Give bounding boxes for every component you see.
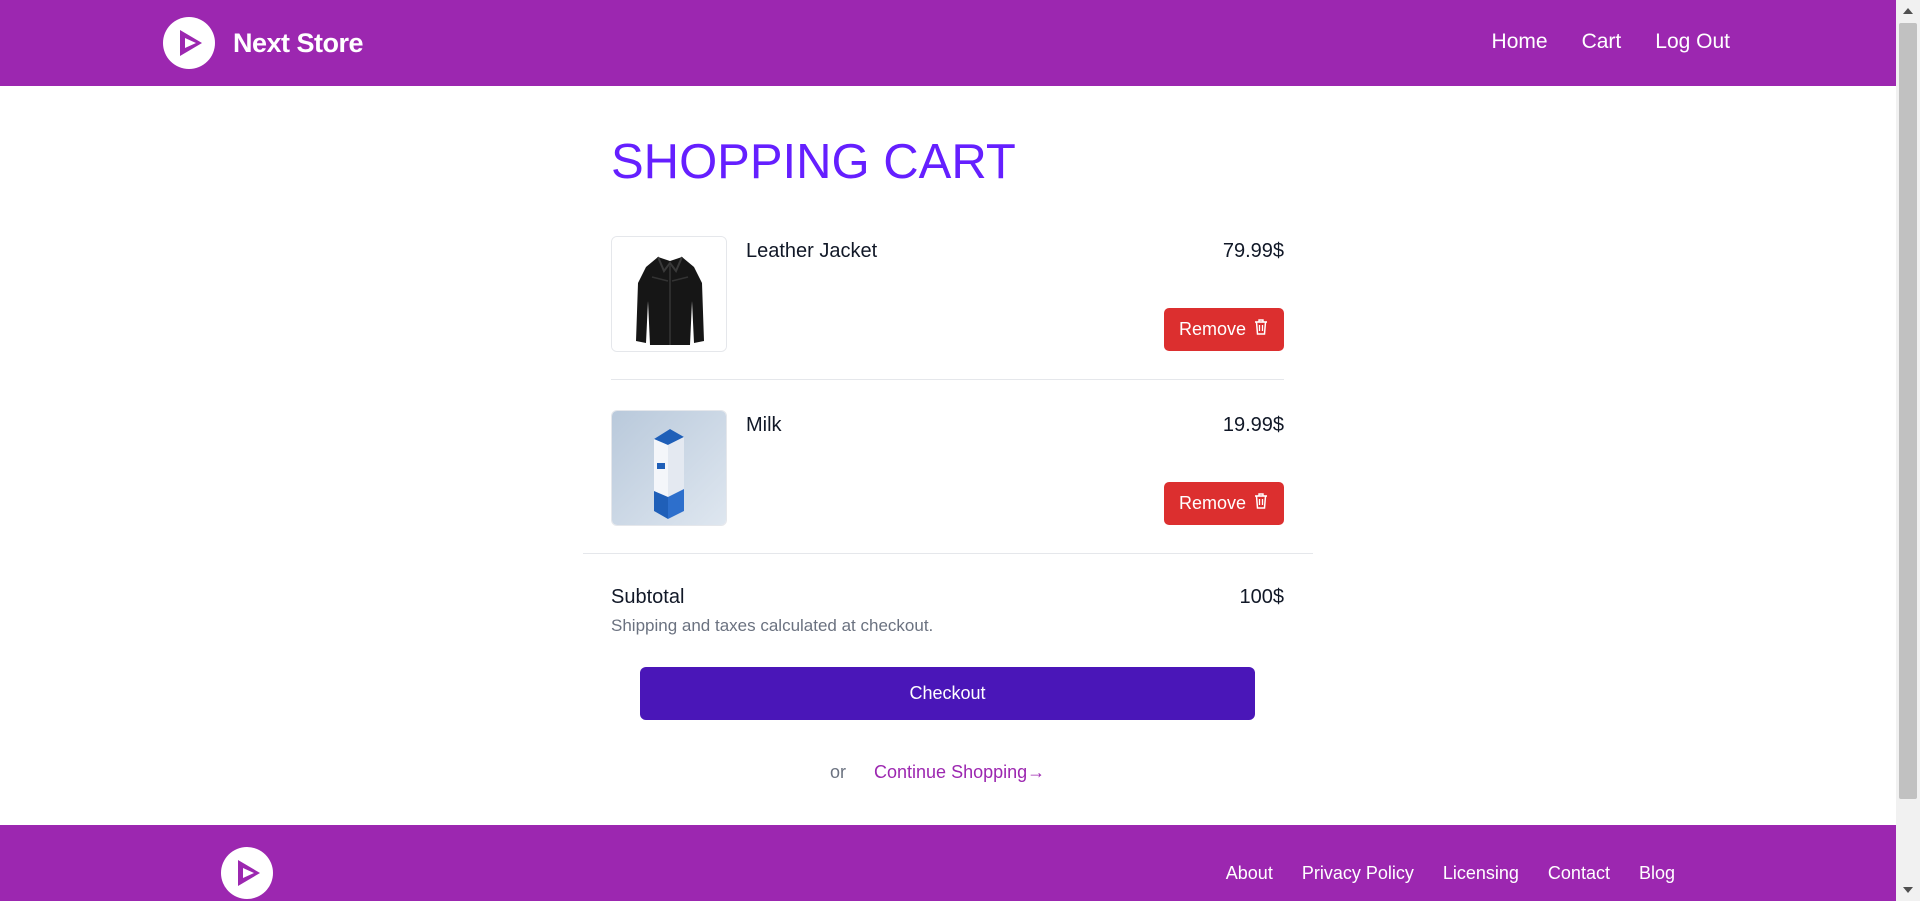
trash-icon — [1253, 492, 1269, 515]
footer-about-link[interactable]: About — [1226, 863, 1273, 884]
remove-label: Remove — [1178, 319, 1247, 339]
nav-cart-link[interactable]: Cart — [1582, 30, 1622, 54]
subtotal-value: 100$ — [1239, 586, 1285, 608]
nav-home-link[interactable]: Home — [1492, 30, 1548, 54]
checkout-button[interactable]: Checkout — [640, 667, 1255, 720]
shipping-note: Shipping and taxes calculated at checkou… — [611, 616, 934, 635]
footer-logo-icon[interactable] — [221, 847, 273, 899]
remove-button[interactable]: Remove — [1164, 482, 1284, 525]
item-divider — [611, 379, 1284, 380]
scroll-up-arrow-icon[interactable] — [1896, 0, 1920, 22]
leather-jacket-image — [611, 236, 727, 352]
cart-item: Milk 19.99$ Remove — [611, 410, 1284, 526]
brand-name: Next Store — [233, 27, 364, 58]
item-price: 79.99$ — [1222, 240, 1284, 262]
brand-link[interactable]: Next Store — [163, 17, 364, 69]
main-nav: Home Cart Log Out — [1492, 30, 1730, 54]
footer-privacy-link[interactable]: Privacy Policy — [1302, 863, 1414, 884]
scrollbar-thumb[interactable] — [1899, 23, 1917, 799]
continue-shopping-link[interactable]: Continue Shopping→ — [874, 762, 1045, 783]
footer-licensing-link[interactable]: Licensing — [1443, 863, 1519, 884]
site-footer: About Privacy Policy Licensing Contact B… — [0, 825, 1896, 901]
scroll-down-arrow-icon[interactable] — [1896, 879, 1920, 901]
summary-divider — [583, 553, 1313, 554]
cart-item: Leather Jacket 79.99$ Remove — [611, 236, 1284, 352]
item-name: Leather Jacket — [746, 240, 878, 262]
item-price: 19.99$ — [1222, 414, 1284, 436]
or-text: or — [830, 762, 847, 782]
trash-icon — [1253, 318, 1269, 341]
item-name: Milk — [746, 414, 782, 436]
remove-button[interactable]: Remove — [1164, 308, 1284, 351]
nav-logout-link[interactable]: Log Out — [1655, 30, 1730, 54]
remove-label: Remove — [1178, 493, 1247, 513]
footer-contact-link[interactable]: Contact — [1548, 863, 1610, 884]
milk-carton-image — [611, 410, 727, 526]
page-title: SHOPPING CART — [611, 135, 1016, 189]
footer-nav: About Privacy Policy Licensing Contact B… — [1226, 863, 1675, 884]
subtotal-label: Subtotal — [611, 586, 685, 608]
logo-icon — [163, 17, 215, 69]
vertical-scrollbar[interactable] — [1896, 0, 1920, 901]
continue-row: or Continue Shopping→ — [830, 762, 1045, 783]
footer-blog-link[interactable]: Blog — [1639, 863, 1675, 884]
page-viewport: Next Store Home Cart Log Out SHOPPING CA… — [0, 0, 1896, 901]
site-header: Next Store Home Cart Log Out — [0, 0, 1896, 86]
